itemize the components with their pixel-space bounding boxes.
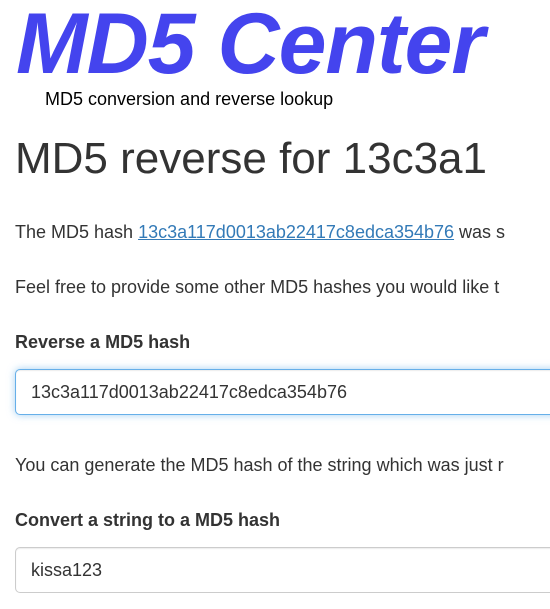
page-heading: MD5 reverse for 13c3a1 <box>15 134 487 183</box>
reverse-hash-label: Reverse a MD5 hash <box>15 332 191 352</box>
generate-paragraph: You can generate the MD5 hash of the str… <box>15 455 504 475</box>
result-text-suffix: was s <box>454 222 506 242</box>
result-text-prefix: The MD5 hash <box>15 222 139 242</box>
hash-link[interactable]: 13c3a117d0013ab22417c8edca354b76 <box>138 222 454 242</box>
reverse-hash-input[interactable] <box>15 369 550 415</box>
result-paragraph: The MD5 hash 13c3a117d0013ab22417c8edca3… <box>15 220 505 244</box>
convert-string-input[interactable] <box>15 547 550 593</box>
site-title[interactable]: MD5 Center <box>16 0 485 94</box>
convert-string-label: Convert a string to a MD5 hash <box>15 510 281 530</box>
page: MD5 Center MD5 conversion and reverse lo… <box>0 0 550 609</box>
site-tagline: MD5 conversion and reverse lookup <box>45 89 334 109</box>
invite-paragraph: Feel free to provide some other MD5 hash… <box>15 277 500 297</box>
